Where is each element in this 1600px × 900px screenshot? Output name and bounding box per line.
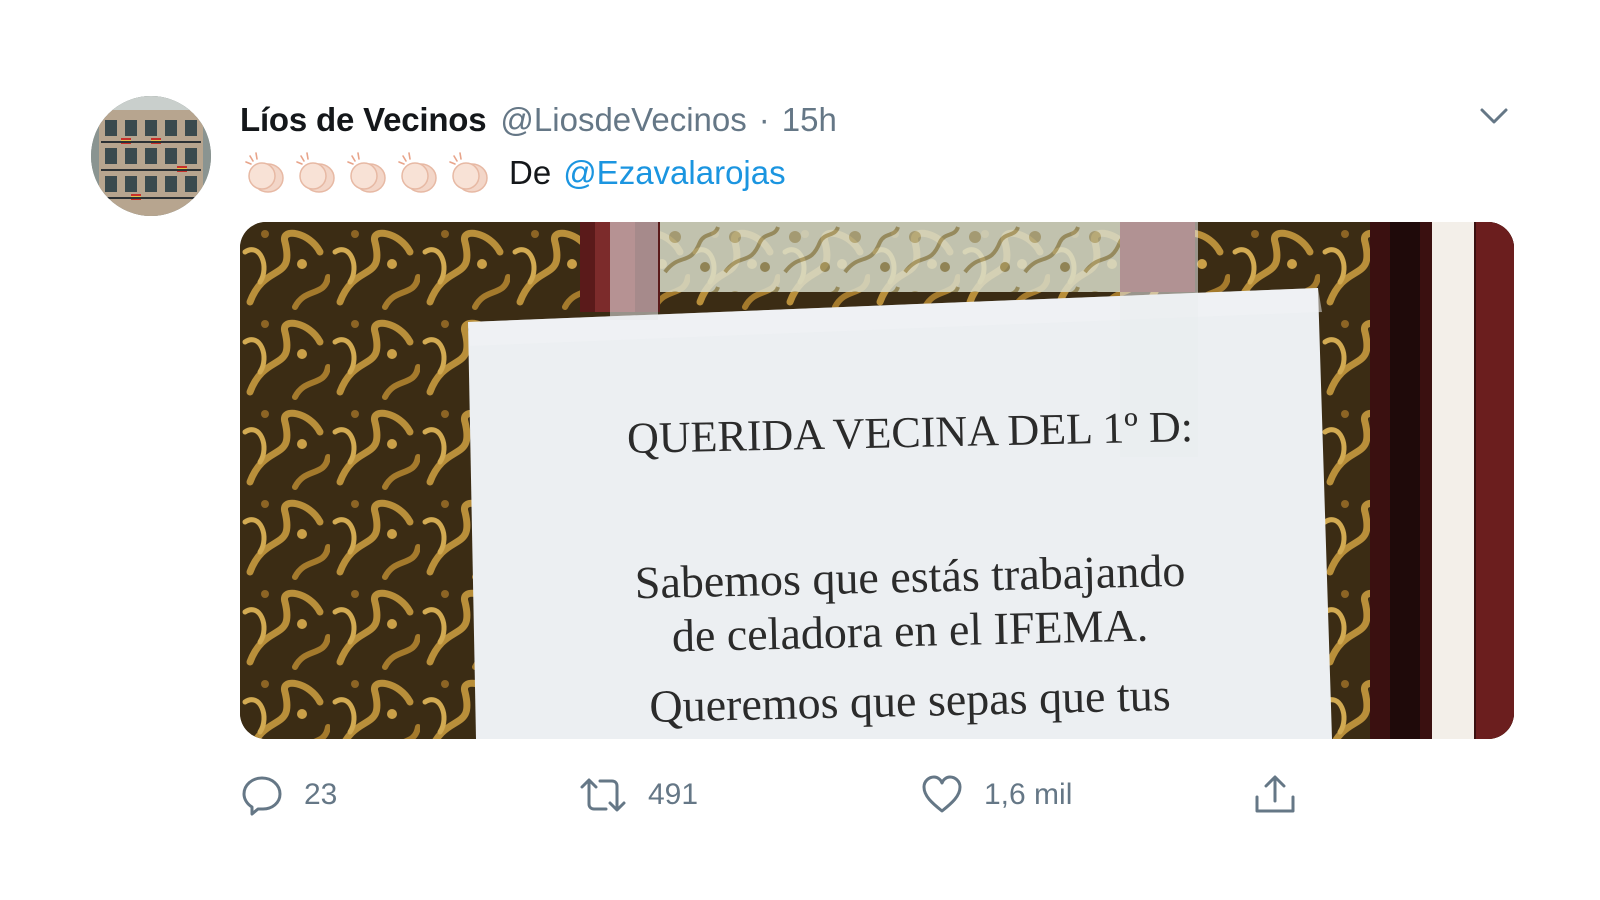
timestamp[interactable]: 15h — [782, 101, 837, 139]
tweet-actions: 23 491 1,6 mil — [240, 770, 1340, 820]
tweet-text-word: De — [509, 154, 552, 191]
share-button[interactable] — [1253, 770, 1297, 820]
reply-count: 23 — [304, 778, 338, 811]
tweet-text: De @Ezavalarojas — [240, 150, 786, 196]
avatar[interactable] — [91, 96, 211, 216]
reply-button[interactable]: 23 — [240, 770, 337, 820]
retweet-icon — [580, 778, 626, 812]
photo-background — [240, 222, 1514, 739]
separator-dot: · — [758, 101, 770, 138]
like-button[interactable]: 1,6 mil — [920, 770, 1072, 820]
clapping-hands-icon — [347, 152, 386, 193]
retweet-count: 491 — [648, 778, 699, 811]
clap-emoji-row — [240, 150, 495, 196]
chevron-down-icon[interactable] — [1478, 104, 1510, 128]
like-count: 1,6 mil — [984, 778, 1073, 811]
tweet-header: Líos de Vecinos @LiosdeVecinos · 15h — [240, 98, 837, 142]
tweet-card[interactable]: Líos de Vecinos @LiosdeVecinos · 15h De … — [0, 0, 1600, 900]
clapping-hands-icon — [398, 152, 437, 193]
mention-link[interactable]: @Ezavalarojas — [563, 154, 785, 192]
retweet-button[interactable]: 491 — [578, 770, 698, 820]
user-handle[interactable]: @LiosdeVecinos — [500, 101, 746, 139]
display-name[interactable]: Líos de Vecinos — [240, 101, 487, 139]
clapping-hands-icon — [296, 152, 335, 193]
tweet-photo[interactable]: QUERIDA VECINA DEL 1º D: Sabemos que est… — [240, 222, 1514, 739]
speech-bubble-icon — [242, 776, 282, 816]
heart-icon — [922, 775, 962, 813]
clapping-hands-icon — [449, 152, 488, 193]
clapping-hands-icon — [245, 152, 284, 193]
share-icon — [1255, 775, 1295, 813]
